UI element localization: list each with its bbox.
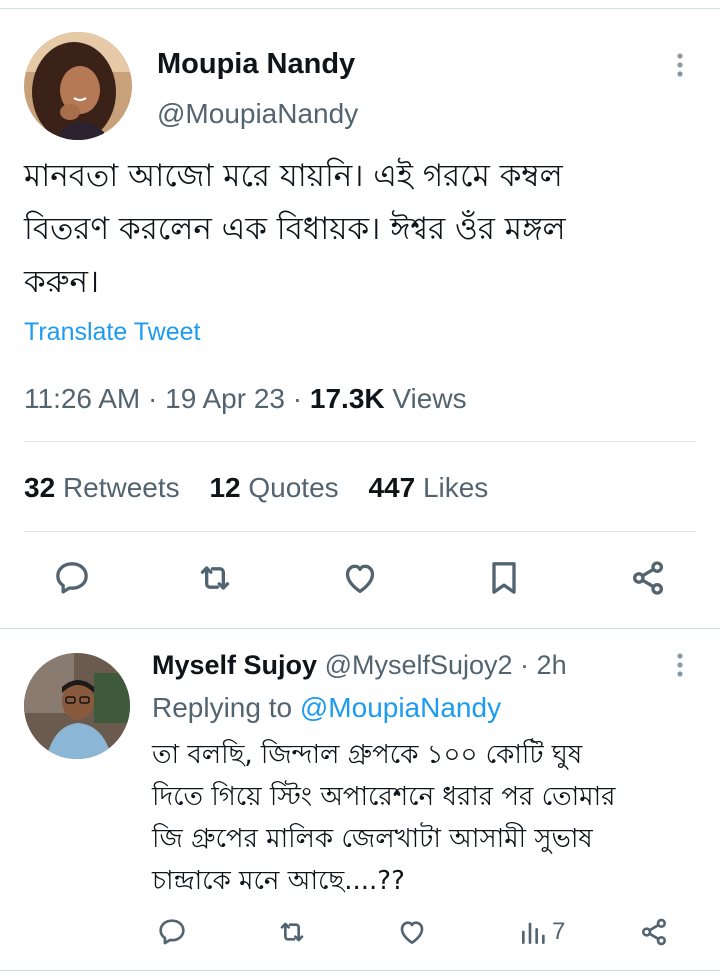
more-vertical-icon[interactable] bbox=[670, 52, 690, 78]
reply-text-line: চান্দ্রাকে মনে আছে....?? bbox=[152, 866, 405, 896]
tweet-text-line: মানবতা আজো মরে যায়নি। এই গরমে কম্বল bbox=[24, 158, 563, 194]
bookmark-icon bbox=[492, 562, 516, 594]
analytics-icon bbox=[522, 922, 545, 944]
retweet-icon bbox=[200, 566, 230, 590]
likes-label: Likes bbox=[422, 472, 489, 503]
top-divider bbox=[0, 8, 720, 9]
meta-separator: · bbox=[512, 650, 537, 680]
tweet-separator bbox=[0, 628, 720, 629]
tweet-meta: 11:26 AM · 19 Apr 23 · 17.3K Views bbox=[24, 383, 467, 415]
views-label: Views bbox=[392, 383, 467, 414]
share-icon bbox=[642, 918, 666, 946]
retweets-label: Retweets bbox=[62, 472, 180, 503]
author-avatar[interactable] bbox=[24, 32, 132, 140]
tweet-text-line: বিতরণ করলেন এক বিধায়ক। ঈশ্বর ওঁর মঙ্গল bbox=[24, 211, 566, 247]
reply-author-handle[interactable]: @MyselfSujoy2 bbox=[325, 650, 513, 680]
tweet-text-line: করুন। bbox=[24, 264, 100, 300]
retweets-stat[interactable]: 32 Retweets bbox=[24, 472, 180, 503]
tweet-text: মানবতা আজো মরে যায়নি। এই গরমে কম্বল বিত… bbox=[24, 150, 694, 309]
heart-icon bbox=[345, 564, 375, 593]
quotes-label: Quotes bbox=[248, 472, 339, 503]
author-name[interactable]: Moupia Nandy bbox=[157, 48, 355, 81]
reply-age[interactable]: 2h bbox=[537, 650, 567, 680]
more-vertical-icon[interactable] bbox=[670, 652, 690, 678]
heart-icon bbox=[400, 921, 424, 944]
meta-separator: · bbox=[292, 383, 310, 414]
quotes-count: 12 bbox=[209, 472, 241, 503]
reply-author-avatar[interactable] bbox=[24, 653, 130, 759]
quotes-stat[interactable]: 12 Quotes bbox=[209, 472, 338, 503]
reply-share-button[interactable] bbox=[638, 912, 670, 952]
bookmark-button[interactable] bbox=[482, 556, 526, 600]
tweet-date[interactable]: 19 Apr 23 bbox=[165, 383, 285, 414]
retweet-icon bbox=[280, 922, 304, 942]
bottom-divider bbox=[0, 970, 720, 971]
replying-to-mention[interactable]: @MoupiaNandy bbox=[300, 692, 501, 723]
retweets-count: 32 bbox=[24, 472, 56, 503]
reply-button[interactable] bbox=[50, 556, 94, 600]
share-icon bbox=[633, 561, 663, 595]
reply-views-button[interactable]: 7 bbox=[518, 912, 565, 952]
divider bbox=[24, 531, 696, 532]
reply-retweet-button[interactable] bbox=[276, 912, 308, 952]
likes-count: 447 bbox=[368, 472, 416, 503]
reply-text: তা বলছি, জিন্দাল গ্রুপকে ১০০ কোটি ঘুষ দি… bbox=[152, 734, 712, 902]
tweet-time[interactable]: 11:26 AM bbox=[24, 383, 140, 414]
replying-to-label: Replying to bbox=[152, 692, 293, 723]
reply-author-name[interactable]: Myself Sujoy bbox=[152, 650, 317, 680]
retweet-button[interactable] bbox=[193, 556, 237, 600]
author-handle[interactable]: @MoupiaNandy bbox=[157, 98, 358, 130]
likes-stat[interactable]: 447 Likes bbox=[368, 472, 488, 503]
reply-like-button[interactable] bbox=[396, 912, 428, 952]
comment-icon bbox=[56, 562, 88, 594]
meta-separator: · bbox=[148, 383, 166, 414]
engagement-stats: 32 Retweets 12 Quotes 447 Likes bbox=[24, 472, 488, 504]
reply-text-line: জি গ্রুপের মালিক জেলখাটা আসামী সুভাষ bbox=[152, 824, 593, 854]
comment-icon bbox=[159, 919, 185, 945]
reply-reply-button[interactable] bbox=[156, 912, 188, 952]
translate-tweet-link[interactable]: Translate Tweet bbox=[24, 318, 200, 347]
reply-views-count: 7 bbox=[552, 918, 566, 945]
reply-text-line: তা বলছি, জিন্দাল গ্রুপকে ১০০ কোটি ঘুষ bbox=[152, 740, 583, 770]
divider bbox=[24, 441, 696, 442]
like-button[interactable] bbox=[338, 556, 382, 600]
views-count: 17.3K bbox=[309, 383, 385, 414]
replying-to: Replying to @MoupiaNandy bbox=[152, 692, 501, 724]
reply-header: Myself Sujoy @MyselfSujoy2 · 2h bbox=[152, 650, 567, 681]
reply-text-line: দিতে গিয়ে স্টিং অপারেশনে ধরার পর তোমার bbox=[152, 782, 616, 812]
share-button[interactable] bbox=[626, 556, 670, 600]
